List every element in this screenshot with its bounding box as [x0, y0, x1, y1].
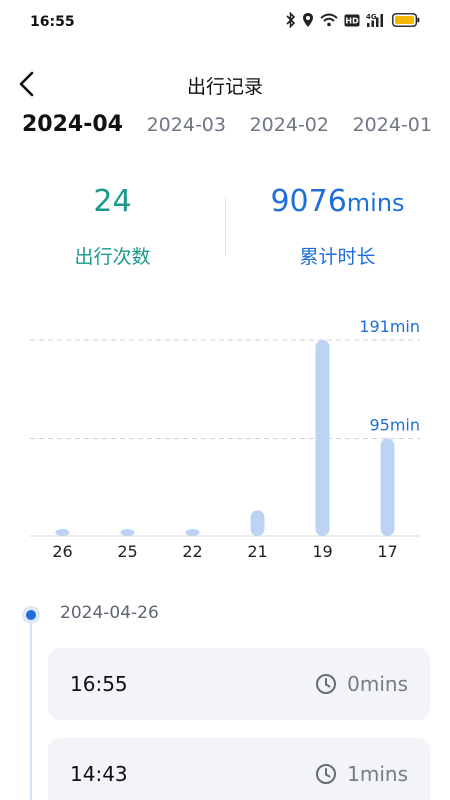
total-duration-value-row: 9076mins [225, 180, 450, 224]
trip-card[interactable]: 14:43 1mins [48, 738, 430, 800]
chart-category-label: 26 [52, 542, 72, 561]
chart-category-label: 22 [182, 542, 202, 561]
chart-category-label: 21 [247, 542, 267, 561]
tab-2024-02[interactable]: 2024-02 [250, 114, 329, 136]
chart-category-label: 25 [117, 542, 137, 561]
hd-text: HD [345, 16, 359, 25]
total-duration-label: 累计时长 [299, 246, 376, 268]
month-tabs: 2024-04 2024-03 2024-02 2024-01 [22, 112, 432, 144]
trip-timeline: 2024-04-26 16:55 0mins 14:43 1mins [0, 598, 450, 800]
trip-duration: 1mins [315, 762, 408, 786]
reference-line-label: 95min [369, 416, 420, 435]
chart-bar [315, 340, 330, 536]
timeline-date: 2024-04-26 [60, 603, 159, 623]
trip-count-label: 出行次数 [74, 246, 151, 268]
trip-duration-value: 0mins [347, 672, 408, 696]
chart-bar [380, 438, 395, 536]
duration-chart-svg: 191min 95min 26 25 22 21 19 17 [30, 317, 420, 561]
reference-line-label: 191min [359, 317, 420, 336]
page-title: 出行记录 [186, 76, 263, 98]
battery-icon [392, 13, 420, 27]
duration-chart: 191min 95min 26 25 22 21 19 17 [0, 300, 450, 570]
chart-bar [55, 529, 70, 536]
trip-start-time: 16:55 [70, 672, 128, 696]
trip-count-value: 24 [93, 184, 132, 219]
wifi-icon [320, 13, 338, 27]
header: 出行记录 [0, 60, 450, 108]
location-icon [302, 12, 314, 28]
chart-category-label: 17 [377, 542, 397, 561]
status-time: 16:55 [30, 14, 75, 30]
trip-card[interactable]: 16:55 0mins [48, 648, 430, 720]
trip-count-stat: 24 出行次数 [0, 180, 225, 269]
chart-category-label: 19 [312, 542, 332, 561]
clock-icon [316, 764, 337, 784]
trip-duration-value: 1mins [347, 762, 408, 786]
network-type-text: 4G [366, 13, 377, 21]
chart-bar [185, 529, 200, 536]
status-bar: 16:55 HD 4G [0, 0, 450, 46]
tab-2024-01[interactable]: 2024-01 [353, 114, 432, 136]
total-duration-stat: 9076mins 累计时长 [225, 180, 450, 269]
trip-duration: 0mins [315, 672, 408, 696]
timeline-line [30, 614, 32, 800]
signal-4g-icon: 4G [366, 13, 386, 28]
trip-start-time: 14:43 [70, 762, 128, 786]
status-icons: HD 4G [286, 12, 420, 28]
tab-2024-03[interactable]: 2024-03 [147, 114, 226, 136]
hd-icon: HD [344, 14, 360, 27]
total-duration-value: 9076 [270, 184, 347, 219]
timeline-dot [22, 606, 40, 624]
tab-2024-04[interactable]: 2024-04 [22, 112, 123, 137]
clock-icon [316, 674, 337, 694]
bluetooth-icon [286, 12, 296, 28]
chart-bar [250, 510, 265, 536]
chart-bar [120, 529, 135, 536]
stats-summary: 24 出行次数 9076mins 累计时长 [0, 180, 450, 280]
total-duration-unit: mins [346, 189, 405, 217]
